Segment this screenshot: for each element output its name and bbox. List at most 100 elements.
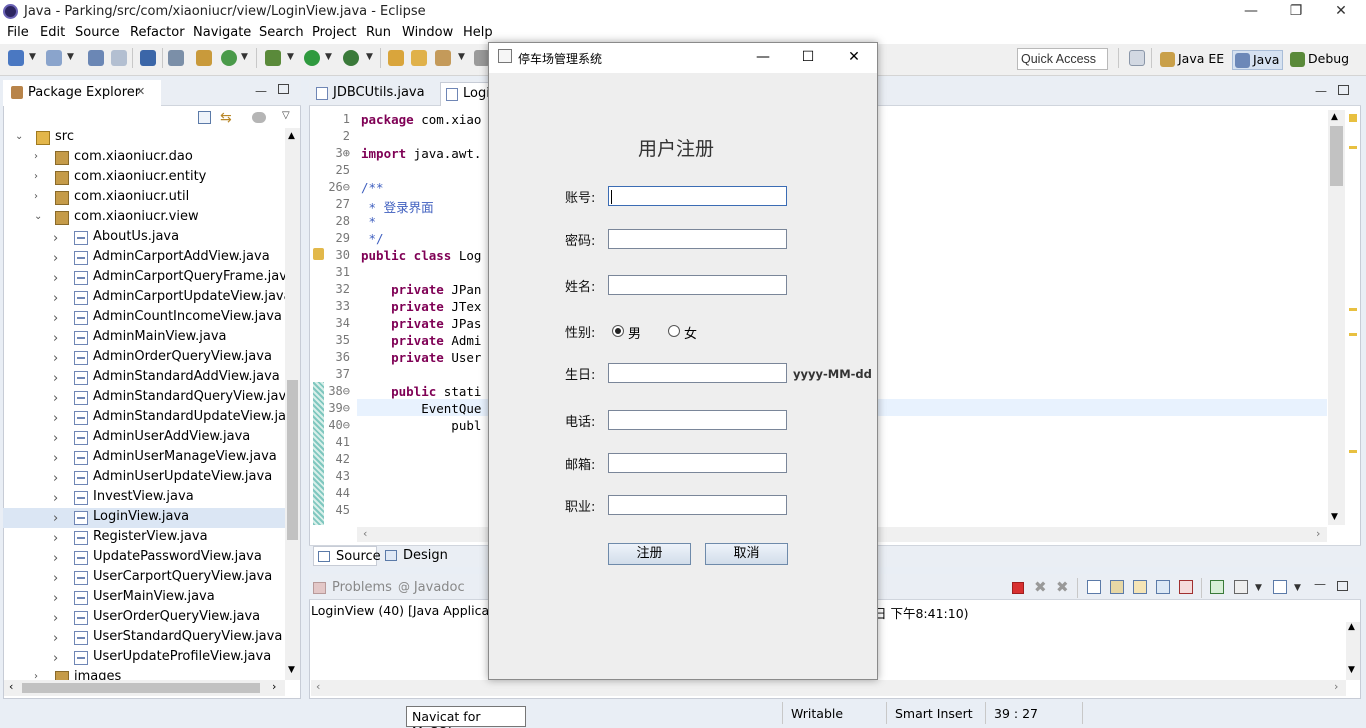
- collapsed-chevron-icon[interactable]: ›: [53, 351, 58, 366]
- tree-item-package[interactable]: › com.xiaoniucr.dao: [3, 148, 285, 168]
- debug-icon[interactable]: [265, 50, 281, 66]
- collapsed-chevron-icon[interactable]: ›: [53, 651, 58, 666]
- dialog-minimize-icon[interactable]: —: [741, 43, 785, 73]
- scroll-down-icon[interactable]: ▼: [1331, 512, 1338, 522]
- save-all-icon[interactable]: [111, 50, 127, 66]
- new-icon[interactable]: [8, 50, 24, 66]
- minimize-icon[interactable]: —: [1228, 0, 1274, 24]
- tree-item-java-file[interactable]: › AdminCarportQueryFrame.java: [3, 268, 285, 288]
- collapsed-chevron-icon[interactable]: ›: [53, 511, 58, 526]
- overview-marker[interactable]: [1349, 146, 1357, 149]
- menu-help[interactable]: Help: [463, 25, 493, 40]
- menu-project[interactable]: Project: [312, 25, 356, 40]
- code-line[interactable]: public stati: [361, 384, 481, 399]
- menu-navigate[interactable]: Navigate: [193, 25, 251, 40]
- collapsed-chevron-icon[interactable]: ›: [53, 531, 58, 546]
- tree-item-java-file[interactable]: › AdminCarportUpdateView.java: [3, 288, 285, 308]
- tree-item-java-file[interactable]: › UserMainView.java: [3, 588, 285, 608]
- scroll-right-icon[interactable]: ›: [272, 680, 276, 693]
- chevron-down-icon[interactable]: ▼: [366, 52, 373, 62]
- tree-item-java-file[interactable]: › InvestView.java: [3, 488, 285, 508]
- collapse-all-icon[interactable]: [198, 111, 211, 124]
- new-package-icon[interactable]: [46, 50, 62, 66]
- show-on-error-icon[interactable]: [1179, 580, 1193, 594]
- collapsed-chevron-icon[interactable]: ›: [53, 431, 58, 446]
- collapsed-chevron-icon[interactable]: ›: [53, 611, 58, 626]
- scroll-left-icon[interactable]: ‹: [9, 680, 13, 693]
- run-icon[interactable]: [304, 50, 320, 66]
- overview-marker[interactable]: [1349, 333, 1357, 336]
- perspective-java-ee[interactable]: Java EE: [1158, 50, 1227, 70]
- code-line[interactable]: import java.awt.: [361, 146, 481, 161]
- code-line[interactable]: private Admi: [361, 333, 481, 348]
- tree-item-java-file[interactable]: › AdminUserAddView.java: [3, 428, 285, 448]
- close-icon[interactable]: ✕: [136, 85, 145, 98]
- open-type-icon[interactable]: [196, 50, 212, 66]
- collapsed-chevron-icon[interactable]: ›: [53, 631, 58, 646]
- minimize-console-icon[interactable]: —: [1314, 577, 1326, 591]
- password-input[interactable]: [608, 229, 787, 249]
- editor-scrollbar-thumb[interactable]: [1330, 126, 1343, 186]
- display-console-icon[interactable]: [1234, 580, 1248, 594]
- clear-console-icon[interactable]: [1087, 580, 1101, 594]
- tree-item-package[interactable]: › images: [3, 668, 285, 680]
- refresh-icon[interactable]: [221, 50, 237, 66]
- tree-item-java-file[interactable]: › AdminOrderQueryView.java: [3, 348, 285, 368]
- maximize-editor-icon[interactable]: [1338, 85, 1349, 95]
- save-icon[interactable]: [88, 50, 104, 66]
- open-console-icon[interactable]: [1273, 580, 1287, 594]
- birthday-input[interactable]: [608, 363, 787, 383]
- collapsed-chevron-icon[interactable]: ›: [53, 251, 58, 266]
- tree-item-java-file[interactable]: › AdminUserUpdateView.java: [3, 468, 285, 488]
- scroll-down-icon[interactable]: ▼: [1348, 665, 1355, 675]
- collapsed-chevron-icon[interactable]: ›: [53, 491, 58, 506]
- tree-item-package[interactable]: › com.xiaoniucr.entity: [3, 168, 285, 188]
- collapsed-chevron-icon[interactable]: ›: [53, 231, 58, 246]
- tree-item-java-file[interactable]: › AdminUserManageView.java: [3, 448, 285, 468]
- maximize-view-icon[interactable]: [278, 84, 289, 94]
- menu-window[interactable]: Window: [402, 25, 453, 40]
- console-horizontal-scrollbar[interactable]: [311, 680, 1346, 696]
- tree-item-java-file[interactable]: › AdminCarportAddView.java: [3, 248, 285, 268]
- scroll-left-icon[interactable]: ‹: [316, 680, 320, 693]
- scroll-up-icon[interactable]: ▲: [1348, 622, 1355, 632]
- collapsed-chevron-icon[interactable]: ›: [53, 411, 58, 426]
- dialog-close-icon[interactable]: ✕: [832, 43, 876, 73]
- code-line[interactable]: package com.xiao: [361, 112, 481, 127]
- scroll-up-icon[interactable]: ▲: [288, 131, 295, 141]
- menu-refactor[interactable]: Refactor: [130, 25, 185, 40]
- tree-item-java-file[interactable]: › UserCarportQueryView.java: [3, 568, 285, 588]
- tree-item-java-file[interactable]: › AdminStandardAddView.java: [3, 368, 285, 388]
- chevron-down-icon[interactable]: ▼: [29, 52, 36, 62]
- scroll-right-icon[interactable]: ›: [1316, 527, 1320, 540]
- dialog-maximize-icon[interactable]: ☐: [786, 43, 830, 73]
- menu-run[interactable]: Run: [366, 25, 391, 40]
- collapsed-chevron-icon[interactable]: ›: [53, 271, 58, 286]
- code-line[interactable]: *: [361, 214, 377, 229]
- register-button[interactable]: 注册: [608, 543, 691, 565]
- minimize-editor-icon[interactable]: —: [1315, 84, 1327, 98]
- skip-breakpoints-icon[interactable]: [168, 50, 184, 66]
- job-input[interactable]: [608, 495, 787, 515]
- code-line[interactable]: */: [361, 231, 384, 246]
- collapsed-chevron-icon[interactable]: ›: [53, 571, 58, 586]
- show-on-output-icon[interactable]: [1156, 580, 1170, 594]
- tab-jdbcutils[interactable]: JDBCUtils.java: [311, 82, 437, 106]
- collapsed-chevron-icon[interactable]: ›: [53, 551, 58, 566]
- code-line[interactable]: EventQue: [361, 401, 481, 416]
- minimize-view-icon[interactable]: —: [255, 84, 267, 98]
- tree-item-src-folder[interactable]: ⌄ src: [3, 128, 285, 148]
- filter-icon[interactable]: [252, 112, 266, 123]
- account-input[interactable]: [608, 186, 787, 206]
- expanded-chevron-icon[interactable]: ⌄: [15, 131, 23, 142]
- collapsed-chevron-icon[interactable]: ›: [34, 191, 38, 202]
- phone-input[interactable]: [608, 410, 787, 430]
- tree-item-java-file[interactable]: › AdminStandardUpdateView.jav: [3, 408, 285, 428]
- remove-launch-icon[interactable]: ✖: [1034, 578, 1047, 596]
- word-wrap-icon[interactable]: [1133, 580, 1147, 594]
- tab-problems[interactable]: Problems: [313, 580, 392, 595]
- view-menu-icon[interactable]: ▽: [282, 110, 290, 121]
- collapsed-chevron-icon[interactable]: ›: [53, 391, 58, 406]
- collapsed-chevron-icon[interactable]: ›: [53, 471, 58, 486]
- restore-icon[interactable]: ❐: [1273, 0, 1319, 24]
